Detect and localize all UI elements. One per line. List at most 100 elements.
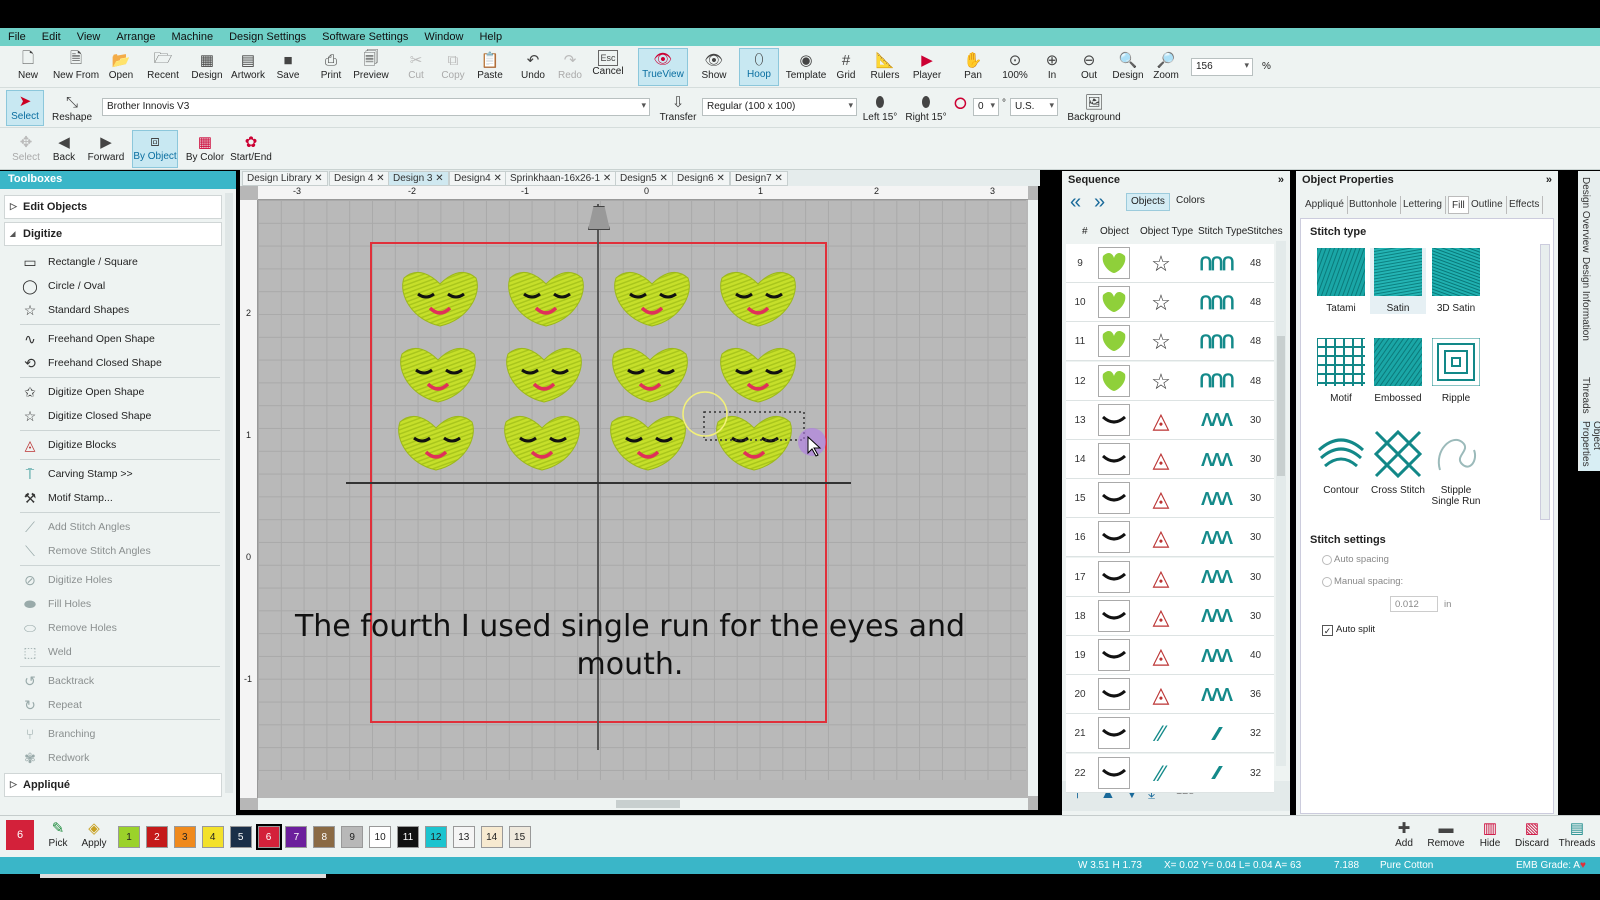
face-9[interactable]: [396, 414, 476, 472]
tool-branching[interactable]: ⑂ Branching: [20, 723, 220, 745]
print-button[interactable]: ⎙ Print: [311, 50, 351, 82]
units-select[interactable]: U.S.: [1010, 98, 1058, 116]
tab-object-properties[interactable]: Object Properties: [1580, 421, 1600, 471]
sequence-row[interactable]: 20 ◬ ΛΛΛ 36: [1066, 675, 1274, 715]
collapse-icon[interactable]: »: [1278, 174, 1284, 186]
sequence-row[interactable]: 10 ☆ ՈՈՈ 48: [1066, 283, 1274, 323]
color-chip[interactable]: 11: [397, 826, 419, 848]
current-color[interactable]: 6: [6, 820, 34, 850]
angle-input[interactable]: 0: [973, 98, 999, 116]
color-chip[interactable]: 2: [145, 826, 168, 848]
sequence-row[interactable]: 21 ⁄⁄ ⁄⁄⁄ 32: [1066, 714, 1274, 754]
zoom-in-button[interactable]: ⊕ In: [1032, 50, 1072, 81]
tab-design5[interactable]: Design5 ✕: [615, 171, 673, 186]
cut-button[interactable]: ✂ Cut: [396, 50, 436, 81]
stitch-satin[interactable]: Satin: [1370, 248, 1426, 314]
digitize-section[interactable]: Digitize: [4, 222, 222, 246]
tab-design-overview[interactable]: Design Overview: [1580, 177, 1591, 253]
new-from-button[interactable]: 🗎 New From: [52, 50, 100, 82]
tab-design-information[interactable]: Design Information: [1580, 257, 1591, 341]
color-chip[interactable]: 6: [255, 824, 282, 850]
by-color-button[interactable]: ▦ By Color: [182, 132, 228, 163]
zoom-button[interactable]: 🔎 Zoom: [1146, 50, 1186, 81]
tool-redwork[interactable]: ✾ Redwork: [20, 747, 220, 769]
sequence-row[interactable]: 14 ◬ ΛΛΛ 30: [1066, 440, 1274, 479]
edit-objects-section[interactable]: Edit Objects: [4, 195, 222, 219]
pick-button[interactable]: ✎ Pick: [38, 818, 78, 849]
tab-design-3[interactable]: Design 3 ✕: [388, 171, 449, 186]
manual-spacing-radio[interactable]: [1322, 577, 1332, 587]
apply-button[interactable]: ◈ Apply: [74, 818, 114, 849]
threads-button[interactable]: ▤ Threads: [1556, 818, 1598, 849]
tool-digitize-holes[interactable]: ⊘ Digitize Holes: [20, 569, 220, 591]
stitch-type-scrollbar[interactable]: [1540, 244, 1550, 520]
tool-remove-holes[interactable]: ⬭ Remove Holes: [20, 617, 220, 639]
tab-lettering[interactable]: Lettering: [1400, 196, 1446, 214]
face-11[interactable]: [608, 414, 688, 472]
tool-digitize-open[interactable]: ✩ Digitize Open Shape: [20, 381, 220, 403]
copy-button[interactable]: ⧉ Copy: [433, 50, 473, 82]
tool-digitize-blocks[interactable]: ◬ Digitize Blocks: [20, 434, 220, 456]
face-8[interactable]: [718, 346, 798, 404]
canvas-vscrollbar[interactable]: [1028, 200, 1038, 796]
face-1[interactable]: [400, 270, 480, 328]
tab-applique[interactable]: Appliqué: [1302, 196, 1348, 214]
zoom-select[interactable]: 156: [1191, 58, 1253, 76]
stitch-embossed[interactable]: Embossed: [1370, 338, 1426, 404]
color-chip[interactable]: 14: [480, 826, 503, 848]
stitch-contour[interactable]: Contour: [1313, 430, 1369, 496]
stitch-stipple[interactable]: Stipple Single Run: [1428, 430, 1484, 507]
sequence-row[interactable]: 11 ☆ ՈՈՈ 48: [1066, 322, 1274, 362]
tool-rectangle[interactable]: ▭ Rectangle / Square: [20, 251, 220, 273]
template-button[interactable]: ◉ Template: [783, 50, 829, 81]
sequence-row[interactable]: 18 ◬ ΛΛΛ 30: [1066, 596, 1274, 636]
tool-motif-stamp[interactable]: ⚒ Motif Stamp...: [20, 487, 220, 509]
color-chip[interactable]: 13: [452, 826, 475, 848]
player-button[interactable]: ▶ Player: [907, 50, 947, 81]
zoom-out-button[interactable]: ⊖ Out: [1069, 50, 1109, 81]
color-chip[interactable]: 3: [173, 826, 196, 848]
auto-spacing-radio[interactable]: [1322, 555, 1332, 565]
sequence-row[interactable]: 13 ◬ ΛΛΛ 30: [1066, 400, 1274, 440]
start-end-button[interactable]: ✿ Start/End: [228, 132, 274, 163]
tool-digitize-closed[interactable]: ☆ Digitize Closed Shape: [20, 405, 220, 427]
sequence-row[interactable]: 15 ◬ ΛΛΛ 30: [1066, 479, 1274, 519]
stitch-ripple[interactable]: Ripple: [1428, 337, 1484, 404]
next-arrows-icon[interactable]: »: [1094, 191, 1105, 214]
select-sequence-button[interactable]: ✥ Select: [6, 132, 46, 163]
zoom-design-button[interactable]: 🔍 Design: [1108, 50, 1148, 81]
zoom-100-button[interactable]: ⊙ 100%: [995, 50, 1035, 81]
pan-button[interactable]: ✋ Pan: [953, 50, 993, 81]
stitch-tatami[interactable]: Tatami: [1313, 248, 1369, 314]
discard-button[interactable]: ▧ Discard: [1510, 818, 1554, 849]
stitch-motif[interactable]: Motif: [1313, 338, 1369, 404]
menu-window[interactable]: Window: [424, 31, 463, 43]
tab-outline[interactable]: Outline: [1468, 196, 1507, 214]
menu-machine[interactable]: Machine: [172, 31, 214, 43]
sequence-row[interactable]: 17 ◬ ΛΛΛ 30: [1066, 557, 1274, 597]
tool-add-stitch-angles[interactable]: ⟋ Add Stitch Angles: [20, 516, 220, 538]
color-chip[interactable]: 5: [229, 826, 252, 848]
redo-button[interactable]: ↷ Redo: [550, 50, 590, 81]
canvas-hscrollbar[interactable]: [258, 798, 1028, 810]
undo-button[interactable]: ↶ Undo: [513, 50, 553, 81]
tab-design7[interactable]: Design7 ✕: [730, 171, 788, 186]
face-6[interactable]: [504, 346, 584, 404]
tab-buttonhole[interactable]: Buttonhole: [1346, 196, 1401, 214]
face-2[interactable]: [506, 270, 586, 328]
sequence-row[interactable]: 12 ☆ ՈՈՈ 48: [1066, 361, 1274, 401]
tool-fill-holes[interactable]: ⬬ Fill Holes: [20, 593, 220, 615]
trueview-button[interactable]: 👁 TrueView: [638, 48, 688, 86]
applique-section[interactable]: Appliqué: [4, 773, 222, 797]
open-button[interactable]: 📂 Open: [101, 50, 141, 81]
face-10[interactable]: [502, 414, 582, 472]
stitch-cross[interactable]: Cross Stitch: [1370, 429, 1426, 496]
sequence-row[interactable]: 19 ◬ ΛΛΛ 40: [1066, 636, 1274, 675]
color-chip[interactable]: 7: [285, 826, 308, 848]
forward-button[interactable]: ▶ Forward: [84, 132, 128, 163]
recent-button[interactable]: 🗁 Recent: [143, 50, 183, 82]
tab-design4[interactable]: Design4 ✕: [449, 171, 507, 186]
face-7[interactable]: [610, 346, 690, 404]
menu-design-settings[interactable]: Design Settings: [229, 31, 306, 43]
menu-view[interactable]: View: [77, 31, 101, 43]
